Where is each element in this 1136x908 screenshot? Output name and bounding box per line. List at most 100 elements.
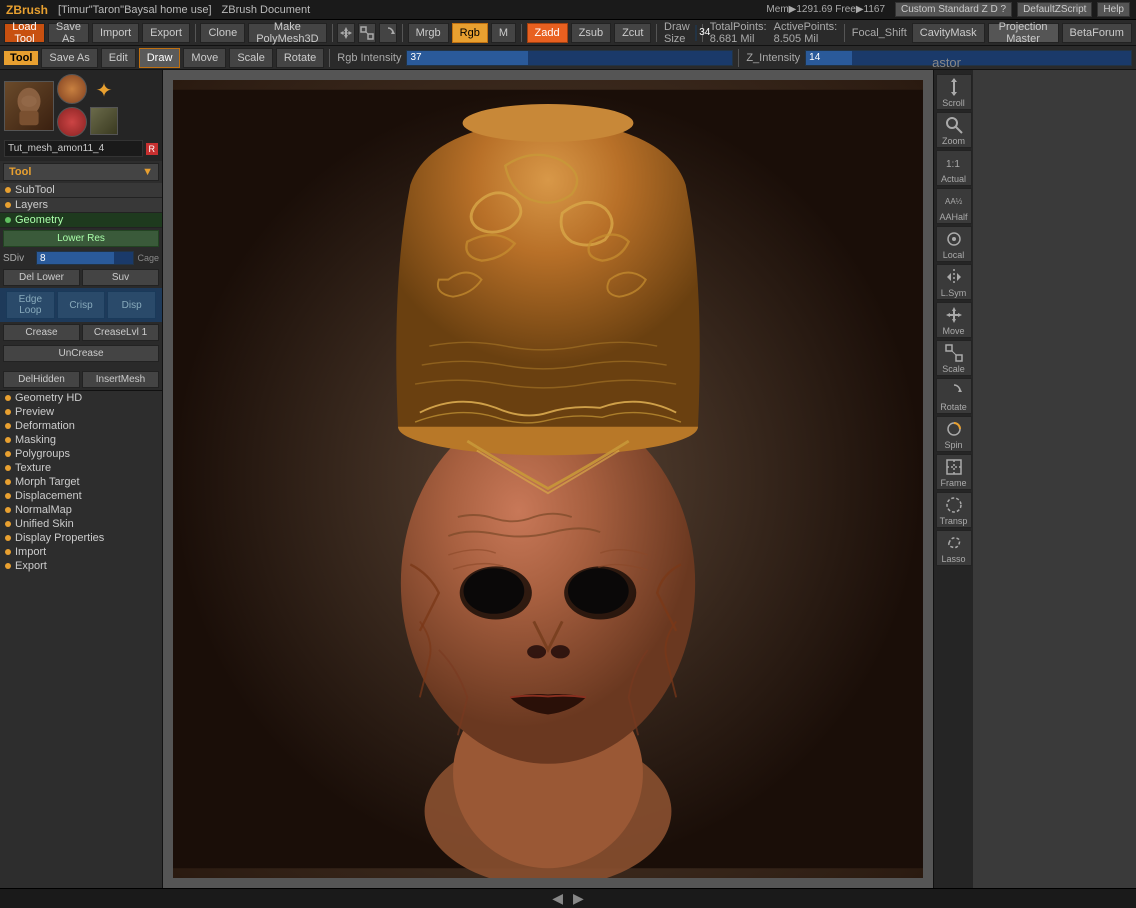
scale-tool-icon[interactable] <box>358 23 376 43</box>
layers-dot <box>5 202 11 208</box>
preview-dot <box>5 409 11 415</box>
suv-button[interactable]: Suv <box>82 269 159 286</box>
separator4 <box>521 24 522 42</box>
sdiv-row: SDiv 8 Cage <box>0 249 162 267</box>
crisp-button[interactable]: Crisp <box>57 291 106 319</box>
export-dot <box>5 563 11 569</box>
active-points: ActivePoints: 8.505 Mil <box>774 21 838 45</box>
nav-arrow-right[interactable]: ▶ <box>568 890 589 907</box>
rotate-icon-button[interactable]: Rotate <box>936 378 972 414</box>
export-button[interactable]: Export <box>142 23 190 43</box>
help-button[interactable]: Help <box>1097 2 1130 17</box>
lasso-button[interactable]: Lasso <box>936 530 972 566</box>
rgb-intensity-value[interactable]: 37 <box>410 51 421 65</box>
rotate-button[interactable]: Rotate <box>276 48 324 68</box>
geometry-header[interactable]: Geometry <box>0 213 162 228</box>
tool-dropdown[interactable]: Tool ▼ <box>3 163 159 181</box>
projection-master-button[interactable]: Projection Master <box>988 23 1059 43</box>
cavity-mask-button[interactable]: CavityMask <box>912 23 985 43</box>
zcut-button[interactable]: Zcut <box>614 23 651 43</box>
edit-button[interactable]: Edit <box>101 48 136 68</box>
rgb-button[interactable]: Rgb <box>452 23 488 43</box>
move-icon-button[interactable]: Move <box>936 302 972 338</box>
rotate-tool-icon[interactable] <box>379 23 397 43</box>
deformation-item[interactable]: Deformation <box>0 419 162 433</box>
del-hidden-button[interactable]: DelHidden <box>3 371 80 388</box>
export-item[interactable]: Export <box>0 559 162 573</box>
tool-thumbnail-main[interactable] <box>4 81 54 131</box>
separator5 <box>656 24 657 42</box>
save-as-button-toolbar2[interactable]: Save As <box>41 48 97 68</box>
normal-map-item[interactable]: NormalMap <box>0 503 162 517</box>
polygroups-item[interactable]: Polygroups <box>0 447 162 461</box>
texture-dot <box>5 465 11 471</box>
frame-button[interactable]: Frame <box>936 454 972 490</box>
geometry-hd-item[interactable]: Geometry HD <box>0 391 162 405</box>
subtool-header[interactable]: SubTool <box>0 183 162 198</box>
morph-target-item[interactable]: Morph Target <box>0 475 162 489</box>
custom-standard-button[interactable]: Custom Standard Z D ? <box>895 2 1012 17</box>
beta-forum-button[interactable]: BetaForum <box>1062 23 1132 43</box>
display-properties-item[interactable]: Display Properties <box>0 531 162 545</box>
clone-button[interactable]: Clone <box>200 23 245 43</box>
canvas-inner[interactable] <box>173 80 923 878</box>
normal-map-dot <box>5 507 11 513</box>
del-lower-button[interactable]: Del Lower <box>3 269 80 286</box>
z-intensity-value[interactable]: 14 <box>809 51 820 65</box>
disp-button[interactable]: Disp <box>107 291 156 319</box>
insert-mesh-button[interactable]: InsertMesh <box>82 371 159 388</box>
scroll-button[interactable]: Scroll <box>936 74 972 110</box>
tool-thumbnail-star[interactable]: ✦ <box>90 76 118 104</box>
lsym-button[interactable]: L.Sym <box>936 264 972 300</box>
masking-item[interactable]: Masking <box>0 433 162 447</box>
edge-loop-button[interactable]: Edge Loop <box>6 291 55 319</box>
preview-item[interactable]: Preview <box>0 405 162 419</box>
zadd-button[interactable]: Zadd <box>527 23 568 43</box>
tool-thumbnail-small1[interactable] <box>57 74 87 104</box>
texture-item[interactable]: Texture <box>0 461 162 475</box>
crease-button[interactable]: Crease <box>3 324 80 341</box>
move-tool-icon[interactable] <box>337 23 355 43</box>
tool-thumbnail-small2[interactable] <box>57 107 87 137</box>
unified-skin-dot <box>5 521 11 527</box>
save-as-button-toolbar1[interactable]: Save As <box>48 23 89 43</box>
geometry-hd-dot <box>5 395 11 401</box>
nav-arrow-left[interactable]: ◀ <box>547 890 568 907</box>
displacement-dot <box>5 493 11 499</box>
draw-size-value[interactable]: 34 <box>699 26 710 40</box>
sdiv-label: SDiv <box>3 253 33 264</box>
canvas-area[interactable] <box>163 70 933 888</box>
move-button[interactable]: Move <box>183 48 226 68</box>
import-item[interactable]: Import <box>0 545 162 559</box>
load-tool-button[interactable]: Load Tool <box>4 23 45 43</box>
geometry-dot <box>5 217 11 223</box>
crease-lvl-button[interactable]: CreaseLvl 1 <box>82 324 159 341</box>
make-polymesh-button[interactable]: Make PolyMesh3D <box>248 23 326 43</box>
import-button[interactable]: Import <box>92 23 139 43</box>
deformation-dot <box>5 423 11 429</box>
mrgb-button[interactable]: Mrgb <box>408 23 449 43</box>
spin-button[interactable]: Spin <box>936 416 972 452</box>
layers-header[interactable]: Layers <box>0 198 162 213</box>
zsub-button[interactable]: Zsub <box>571 23 611 43</box>
bottom-bar: ◀ ▶ <box>0 888 1136 908</box>
lower-res-button[interactable]: Lower Res <box>3 230 159 247</box>
rgb-intensity-label: Rgb Intensity <box>337 52 401 64</box>
3d-render-viewport[interactable] <box>173 80 923 878</box>
zoom-button[interactable]: Zoom <box>936 112 972 148</box>
scale-button[interactable]: Scale <box>229 48 273 68</box>
default-zscript-button[interactable]: DefaultZScript <box>1017 2 1092 17</box>
aahalf-button[interactable]: AA½ AAHalf <box>936 188 972 224</box>
tool-thumbnail-small3[interactable] <box>90 107 118 135</box>
displacement-item[interactable]: Displacement <box>0 489 162 503</box>
transp-button[interactable]: Transp <box>936 492 972 528</box>
m-button[interactable]: M <box>491 23 516 43</box>
uncrease-button[interactable]: UnCrease <box>3 345 159 362</box>
actual-button[interactable]: 1:1 Actual <box>936 150 972 186</box>
unified-skin-item[interactable]: Unified Skin <box>0 517 162 531</box>
sdiv-value[interactable]: 8 <box>40 252 46 264</box>
draw-button[interactable]: Draw <box>139 48 181 68</box>
toolbar-row2: Tool Save As Edit Draw Move Scale Rotate… <box>0 46 1136 70</box>
scale-icon-button[interactable]: Scale <box>936 340 972 376</box>
local-button[interactable]: Local <box>936 226 972 262</box>
